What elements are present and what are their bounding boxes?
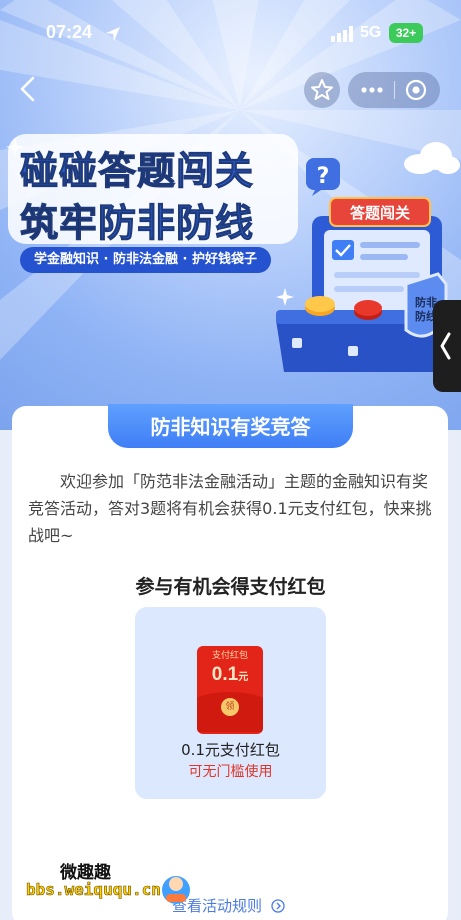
- intro-text: 欢迎参加「防范非法金融活动」主题的金融知识有奖竞答活动，答对3题将有机会获得0.…: [28, 472, 432, 545]
- star-icon: [311, 79, 333, 100]
- question-mark: ?: [317, 164, 330, 189]
- envelope-amount: 0.1元: [197, 664, 263, 686]
- envelope-coin: 领: [221, 698, 239, 716]
- amount-unit: 元: [238, 672, 249, 683]
- status-bar: 07:24 5G 32+: [0, 0, 461, 66]
- status-time: 07:24: [46, 22, 93, 42]
- location-arrow-icon: [106, 27, 120, 41]
- side-drawer-tab[interactable]: [433, 300, 461, 392]
- card-tab-title: 防非知识有奖竞答: [108, 404, 353, 448]
- battery-indicator: 32+: [389, 23, 423, 43]
- signal-icon: [331, 26, 353, 42]
- target-icon[interactable]: [404, 78, 428, 102]
- more-icon[interactable]: [360, 82, 384, 98]
- back-icon[interactable]: [14, 74, 42, 104]
- reward-note: 可无门槛使用: [188, 764, 273, 780]
- favorite-button[interactable]: [304, 72, 340, 108]
- watermark-url: bbs.weiququ.cn: [26, 880, 161, 900]
- machine-sign: 答题闯关: [350, 204, 410, 222]
- mini-program-capsule: [348, 72, 440, 108]
- network-type: 5G: [360, 24, 382, 41]
- banner-subtitle: 学金融知识 · 防非法金融 · 护好钱袋子: [20, 247, 271, 273]
- capsule-divider: [394, 81, 395, 99]
- amount-value: 0.1: [211, 664, 239, 685]
- title-part: 碰碰: [19, 149, 99, 194]
- title-part: 闯关: [176, 149, 255, 194]
- banner-title-line1: 碰碰答题闯关: [19, 140, 255, 195]
- reward-section-title: 参与有机会得支付红包: [135, 576, 326, 598]
- red-envelope-image: 支付红包 0.1元 领: [197, 646, 263, 734]
- chevron-left-icon: [440, 332, 451, 360]
- chevron-right-icon: [271, 899, 285, 913]
- watermark-mascot-icon: [162, 876, 190, 904]
- title-part: 防非防线: [98, 201, 255, 246]
- banner-title-line2: 筑牢防非防线: [19, 192, 255, 247]
- reward-name: 0.1元支付红包: [181, 741, 280, 759]
- title-part: 筑牢: [19, 201, 99, 246]
- quiz-machine-illustration: ? 答题闯关 防非防线: [276, 158, 452, 372]
- hero-banner: 07:24 5G 32+ 碰碰答题闯关 筑牢防非防线 学金融知识 · 防非法金融…: [0, 0, 461, 430]
- title-part: 答题: [98, 149, 177, 194]
